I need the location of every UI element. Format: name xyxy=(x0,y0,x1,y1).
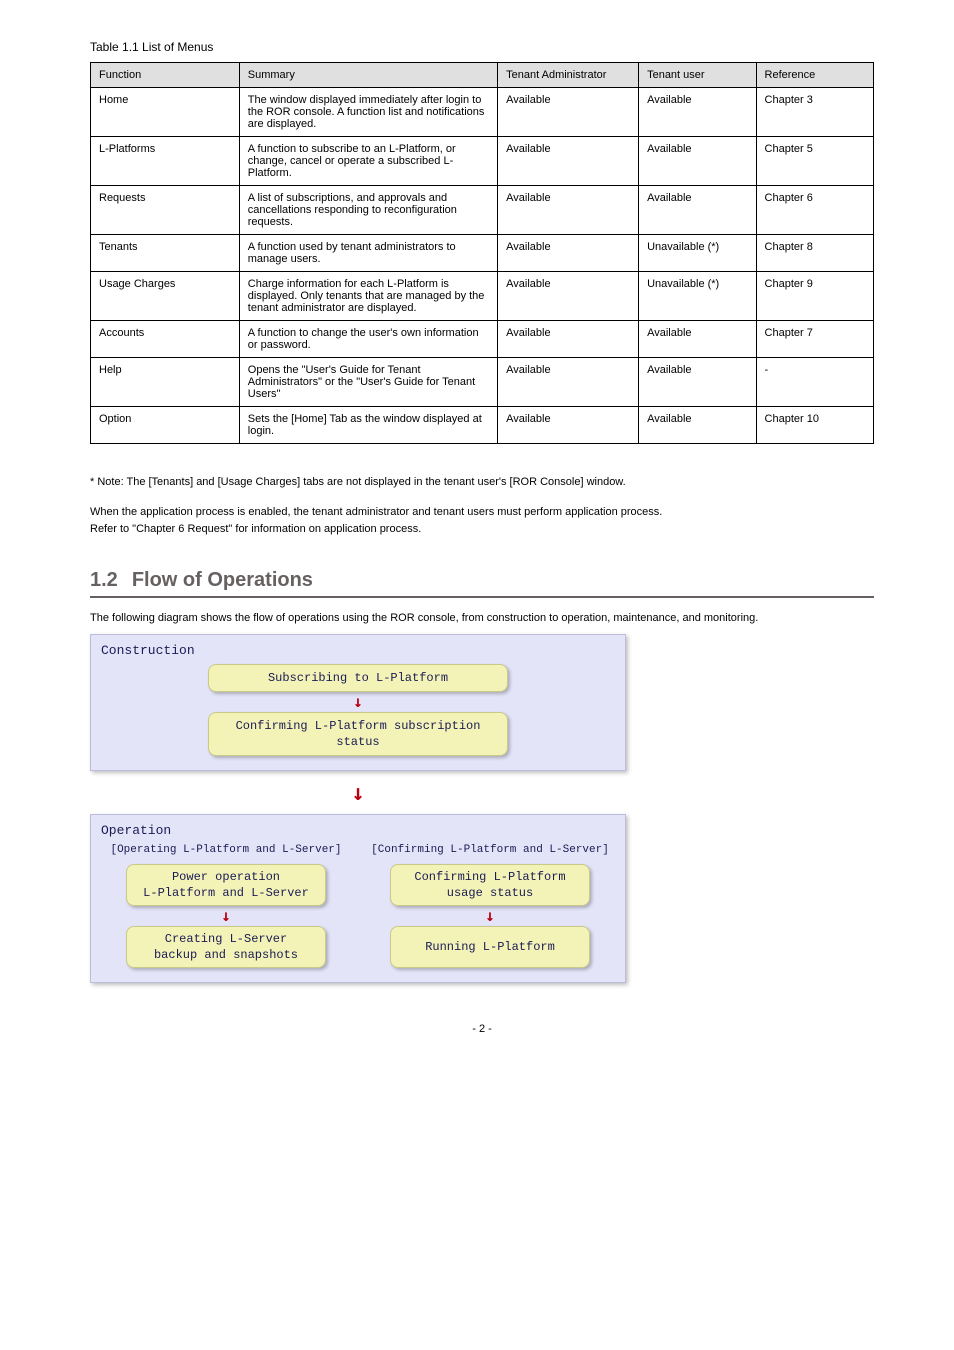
operation-phase: Operation [Operating L-Platform and L-Se… xyxy=(90,814,626,983)
th-tenant-admin: Tenant Administrator xyxy=(498,63,639,88)
construction-label: Construction xyxy=(101,643,615,658)
th-tenant-user: Tenant user xyxy=(639,63,756,88)
operation-label: Operation xyxy=(101,823,615,838)
section-intro: The following diagram shows the flow of … xyxy=(90,612,874,624)
cell: Available xyxy=(498,407,639,444)
cell: A function to change the user's own info… xyxy=(239,321,497,358)
table-row: Help Opens the "User's Guide for Tenant … xyxy=(91,358,874,407)
table-row: Tenants A function used by tenant admini… xyxy=(91,235,874,272)
section-heading: 1.2 Flow of Operations xyxy=(90,569,874,598)
construction-phase: Construction Subscribing to L-Platform ↓… xyxy=(90,634,626,772)
cell: Home xyxy=(91,88,240,137)
confirming-title: [Confirming L-Platform and L-Server] xyxy=(371,844,609,856)
cell: Requests xyxy=(91,186,240,235)
cell: Chapter 9 xyxy=(756,272,873,321)
table-row: Accounts A function to change the user's… xyxy=(91,321,874,358)
cell: Usage Charges xyxy=(91,272,240,321)
cell: Chapter 8 xyxy=(756,235,873,272)
cell: Available xyxy=(639,407,756,444)
cell: - xyxy=(756,358,873,407)
cell: Available xyxy=(639,88,756,137)
table-row: Option Sets the [Home] Tab as the window… xyxy=(91,407,874,444)
cell: Unavailable (*) xyxy=(639,235,756,272)
cell: Chapter 5 xyxy=(756,137,873,186)
cell: The window displayed immediately after l… xyxy=(239,88,497,137)
cell: A function used by tenant administrators… xyxy=(239,235,497,272)
operating-title: [Operating L-Platform and L-Server] xyxy=(110,844,341,856)
cell: Available xyxy=(498,137,639,186)
cell: Available xyxy=(639,358,756,407)
box-confirm-usage: Confirming L-Platform usage status xyxy=(390,864,590,906)
table-row: Home The window displayed immediately af… xyxy=(91,88,874,137)
cell: Charge information for each L-Platform i… xyxy=(239,272,497,321)
th-function: Function xyxy=(91,63,240,88)
box-subscribe: Subscribing to L-Platform xyxy=(208,664,508,692)
arrow-icon: ↓ xyxy=(221,908,231,924)
cell: Tenants xyxy=(91,235,240,272)
cell: Chapter 6 xyxy=(756,186,873,235)
box-confirm-subscription: Confirming L-Platform subscription statu… xyxy=(208,712,508,756)
arrow-icon: ↓ xyxy=(485,908,495,924)
arrow-big-icon: ↓ xyxy=(90,781,626,806)
cell: Available xyxy=(639,321,756,358)
cell: Available xyxy=(639,137,756,186)
cell: L-Platforms xyxy=(91,137,240,186)
cell: Option xyxy=(91,407,240,444)
section-number: 1.2 xyxy=(90,569,118,592)
cell: Available xyxy=(498,272,639,321)
cell: Available xyxy=(498,88,639,137)
cell: Help xyxy=(91,358,240,407)
cell: A list of subscriptions, and approvals a… xyxy=(239,186,497,235)
cell: Chapter 7 xyxy=(756,321,873,358)
th-summary: Summary xyxy=(239,63,497,88)
cell: Unavailable (*) xyxy=(639,272,756,321)
table-row: L-Platforms A function to subscribe to a… xyxy=(91,137,874,186)
cell: Available xyxy=(498,235,639,272)
cell: Accounts xyxy=(91,321,240,358)
cell: Chapter 3 xyxy=(756,88,873,137)
cell: Available xyxy=(498,321,639,358)
function-table: Function Summary Tenant Administrator Te… xyxy=(90,62,874,444)
cell: Sets the [Home] Tab as the window displa… xyxy=(239,407,497,444)
arrow-icon: ↓ xyxy=(353,694,363,710)
th-reference: Reference xyxy=(756,63,873,88)
box-running: Running L-Platform xyxy=(390,926,590,968)
confirming-column: [Confirming L-Platform and L-Server] Con… xyxy=(371,844,609,968)
table-row: Usage Charges Charge information for eac… xyxy=(91,272,874,321)
cell: A function to subscribe to an L-Platform… xyxy=(239,137,497,186)
page-number: - 2 - xyxy=(90,1023,874,1035)
footnote: * Note: The [Tenants] and [Usage Charges… xyxy=(90,474,874,492)
cell: Chapter 10 xyxy=(756,407,873,444)
table-body: Home The window displayed immediately af… xyxy=(91,88,874,444)
flow-diagram: Construction Subscribing to L-Platform ↓… xyxy=(90,634,874,984)
box-power-operation: Power operation L-Platform and L-Server xyxy=(126,864,326,906)
cell: Opens the "User's Guide for Tenant Admin… xyxy=(239,358,497,407)
section-title: Flow of Operations xyxy=(132,569,313,592)
cell: Available xyxy=(639,186,756,235)
cell: Available xyxy=(498,186,639,235)
box-backup-snapshots: Creating L-Server backup and snapshots xyxy=(126,926,326,968)
table-title: Table 1.1 List of Menus xyxy=(90,40,874,54)
refer-para: When the application process is enabled,… xyxy=(90,504,874,539)
cell: Available xyxy=(498,358,639,407)
operating-column: [Operating L-Platform and L-Server] Powe… xyxy=(107,844,345,968)
table-row: Requests A list of subscriptions, and ap… xyxy=(91,186,874,235)
